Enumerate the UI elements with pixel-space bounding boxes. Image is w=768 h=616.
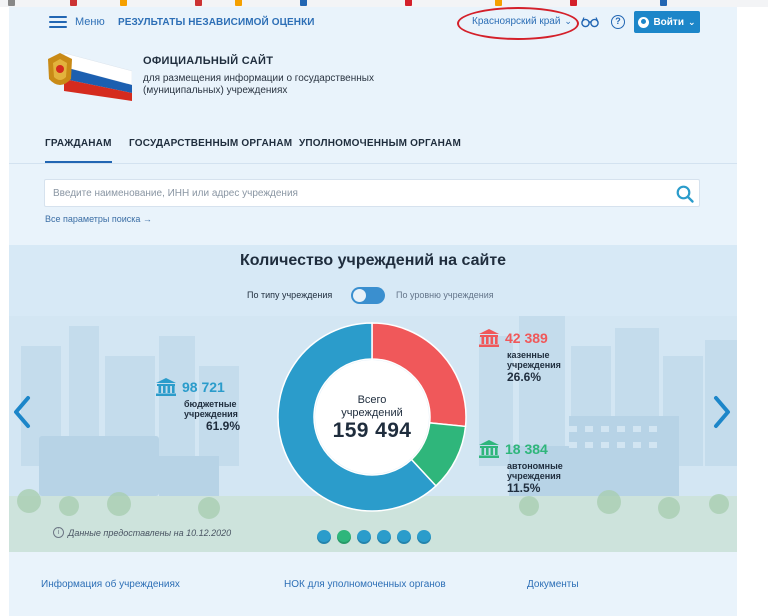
carousel-dot[interactable] — [397, 530, 411, 544]
search-input[interactable] — [45, 180, 665, 206]
toggle-by-type[interactable]: По типу учреждения — [247, 290, 332, 300]
carousel-dot[interactable] — [317, 530, 331, 544]
site-title: ОФИЦИАЛЬНЫЙ САЙТ — [143, 55, 274, 67]
search-box — [44, 179, 700, 207]
bookmark[interactable] — [195, 0, 205, 7]
footer-link-documents[interactable]: Документы — [527, 579, 579, 590]
nav-citizens[interactable]: ГРАЖДАНАМ — [45, 138, 112, 163]
stats-toggle: По типу учреждения По уровню учреждения — [9, 287, 737, 305]
stat-budget-value: 98 721 — [182, 379, 225, 395]
info-icon: i — [53, 527, 64, 538]
stat-budget[interactable]: 98 721 бюджетные учреждения 61.9% — [156, 378, 240, 433]
search-icon[interactable] — [675, 184, 695, 204]
user-icon — [638, 16, 650, 28]
bookmark[interactable] — [120, 0, 130, 7]
login-label: Войти — [653, 16, 684, 28]
carousel-next-icon[interactable] — [711, 395, 733, 429]
stat-state-owned-label-line2: учреждения — [507, 360, 561, 370]
site-subtitle: для размещения информации о государствен… — [143, 73, 374, 96]
carousel-dots — [317, 530, 437, 544]
stat-budget-percent: 61.9% — [206, 419, 241, 433]
stat-state-owned[interactable]: 42 389 казенные учреждения 26.6% — [479, 329, 561, 384]
bookmarks-bar — [0, 0, 768, 7]
nav-government-bodies[interactable]: ГОСУДАРСТВЕННЫМ ОРГАНАМ — [129, 138, 292, 149]
stat-autonomous-label-line1: автономные — [507, 461, 563, 471]
stat-state-owned-value: 42 389 — [505, 330, 548, 346]
footer-links: Информация об учреждениях НОК для уполно… — [9, 552, 737, 616]
stat-autonomous-percent: 11.5% — [507, 481, 541, 495]
site-logo[interactable] — [46, 49, 132, 101]
institution-icon — [479, 440, 499, 458]
bookmark[interactable] — [300, 0, 310, 7]
carousel-prev-icon[interactable] — [11, 395, 33, 429]
donut-center: Всего учреждений 159 494 — [275, 320, 469, 514]
help-icon[interactable]: ? — [611, 15, 625, 29]
bookmark[interactable] — [8, 0, 18, 7]
page-margin-right — [737, 7, 768, 616]
stats-title: Количество учреждений на сайте — [239, 252, 507, 269]
carousel-dot[interactable] — [377, 530, 391, 544]
main-nav: ГРАЖДАНАМ ГОСУДАРСТВЕННЫМ ОРГАНАМ УПОЛНО… — [9, 127, 737, 163]
menu-label: Меню — [75, 16, 105, 28]
footer-link-institutions[interactable]: Информация об учреждениях — [41, 579, 180, 590]
top-bar: Меню РЕЗУЛЬТАТЫ НЕЗАВИСИМОЙ ОЦЕНКИ Красн… — [9, 7, 737, 40]
chevron-down-icon: ⌄ — [687, 16, 696, 27]
data-date-note: i Данные предоставлены на 10.12.2020 — [53, 527, 231, 538]
footer-link-nok[interactable]: НОК для уполномоченных органов — [284, 579, 446, 590]
stat-budget-label-line2: учреждения — [184, 409, 238, 419]
nav-divider — [9, 163, 737, 164]
menu-button[interactable]: Меню — [49, 13, 105, 31]
annotation-circle — [457, 7, 579, 40]
carousel-dot[interactable] — [417, 530, 431, 544]
data-date-text: Данные предоставлены на 10.12.2020 — [68, 527, 232, 538]
all-search-params-link[interactable]: Все параметры поиска → — [45, 214, 152, 224]
bookmark[interactable] — [70, 0, 80, 7]
institution-icon — [479, 329, 499, 347]
carousel-dot[interactable] — [357, 530, 371, 544]
stat-state-owned-percent: 26.6% — [507, 370, 542, 384]
bookmark[interactable] — [235, 0, 245, 7]
carousel-dot[interactable] — [337, 530, 351, 544]
bookmark[interactable] — [660, 0, 670, 7]
stat-state-owned-label-line1: казенные — [507, 350, 550, 360]
stat-autonomous-label-line2: учреждения — [507, 471, 561, 481]
type-level-switch[interactable] — [351, 287, 385, 304]
total-label-line1: Всего — [357, 394, 387, 406]
institution-icon — [156, 378, 176, 396]
bookmark[interactable] — [570, 0, 580, 7]
stat-autonomous[interactable]: 18 384 автономные учреждения 11.5% — [479, 440, 563, 495]
glasses-icon[interactable] — [581, 16, 599, 28]
page: Меню РЕЗУЛЬТАТЫ НЕЗАВИСИМОЙ ОЦЕНКИ Красн… — [9, 7, 737, 616]
nav-authorized-bodies[interactable]: УПОЛНОМОЧЕННЫМ ОРГАНАМ — [299, 138, 461, 149]
toggle-by-level[interactable]: По уровню учреждения — [396, 290, 494, 300]
menu-icon — [49, 16, 67, 28]
total-value: 159 494 — [332, 419, 412, 442]
results-link[interactable]: РЕЗУЛЬТАТЫ НЕЗАВИСИМОЙ ОЦЕНКИ — [118, 17, 315, 28]
login-button[interactable]: Войти ⌄ — [634, 11, 700, 33]
bookmark[interactable] — [495, 0, 505, 7]
total-label-line2: учреждений — [341, 407, 403, 419]
bookmark[interactable] — [405, 0, 415, 7]
stat-autonomous-value: 18 384 — [505, 441, 548, 457]
stat-budget-label-line1: бюджетные — [184, 399, 237, 409]
